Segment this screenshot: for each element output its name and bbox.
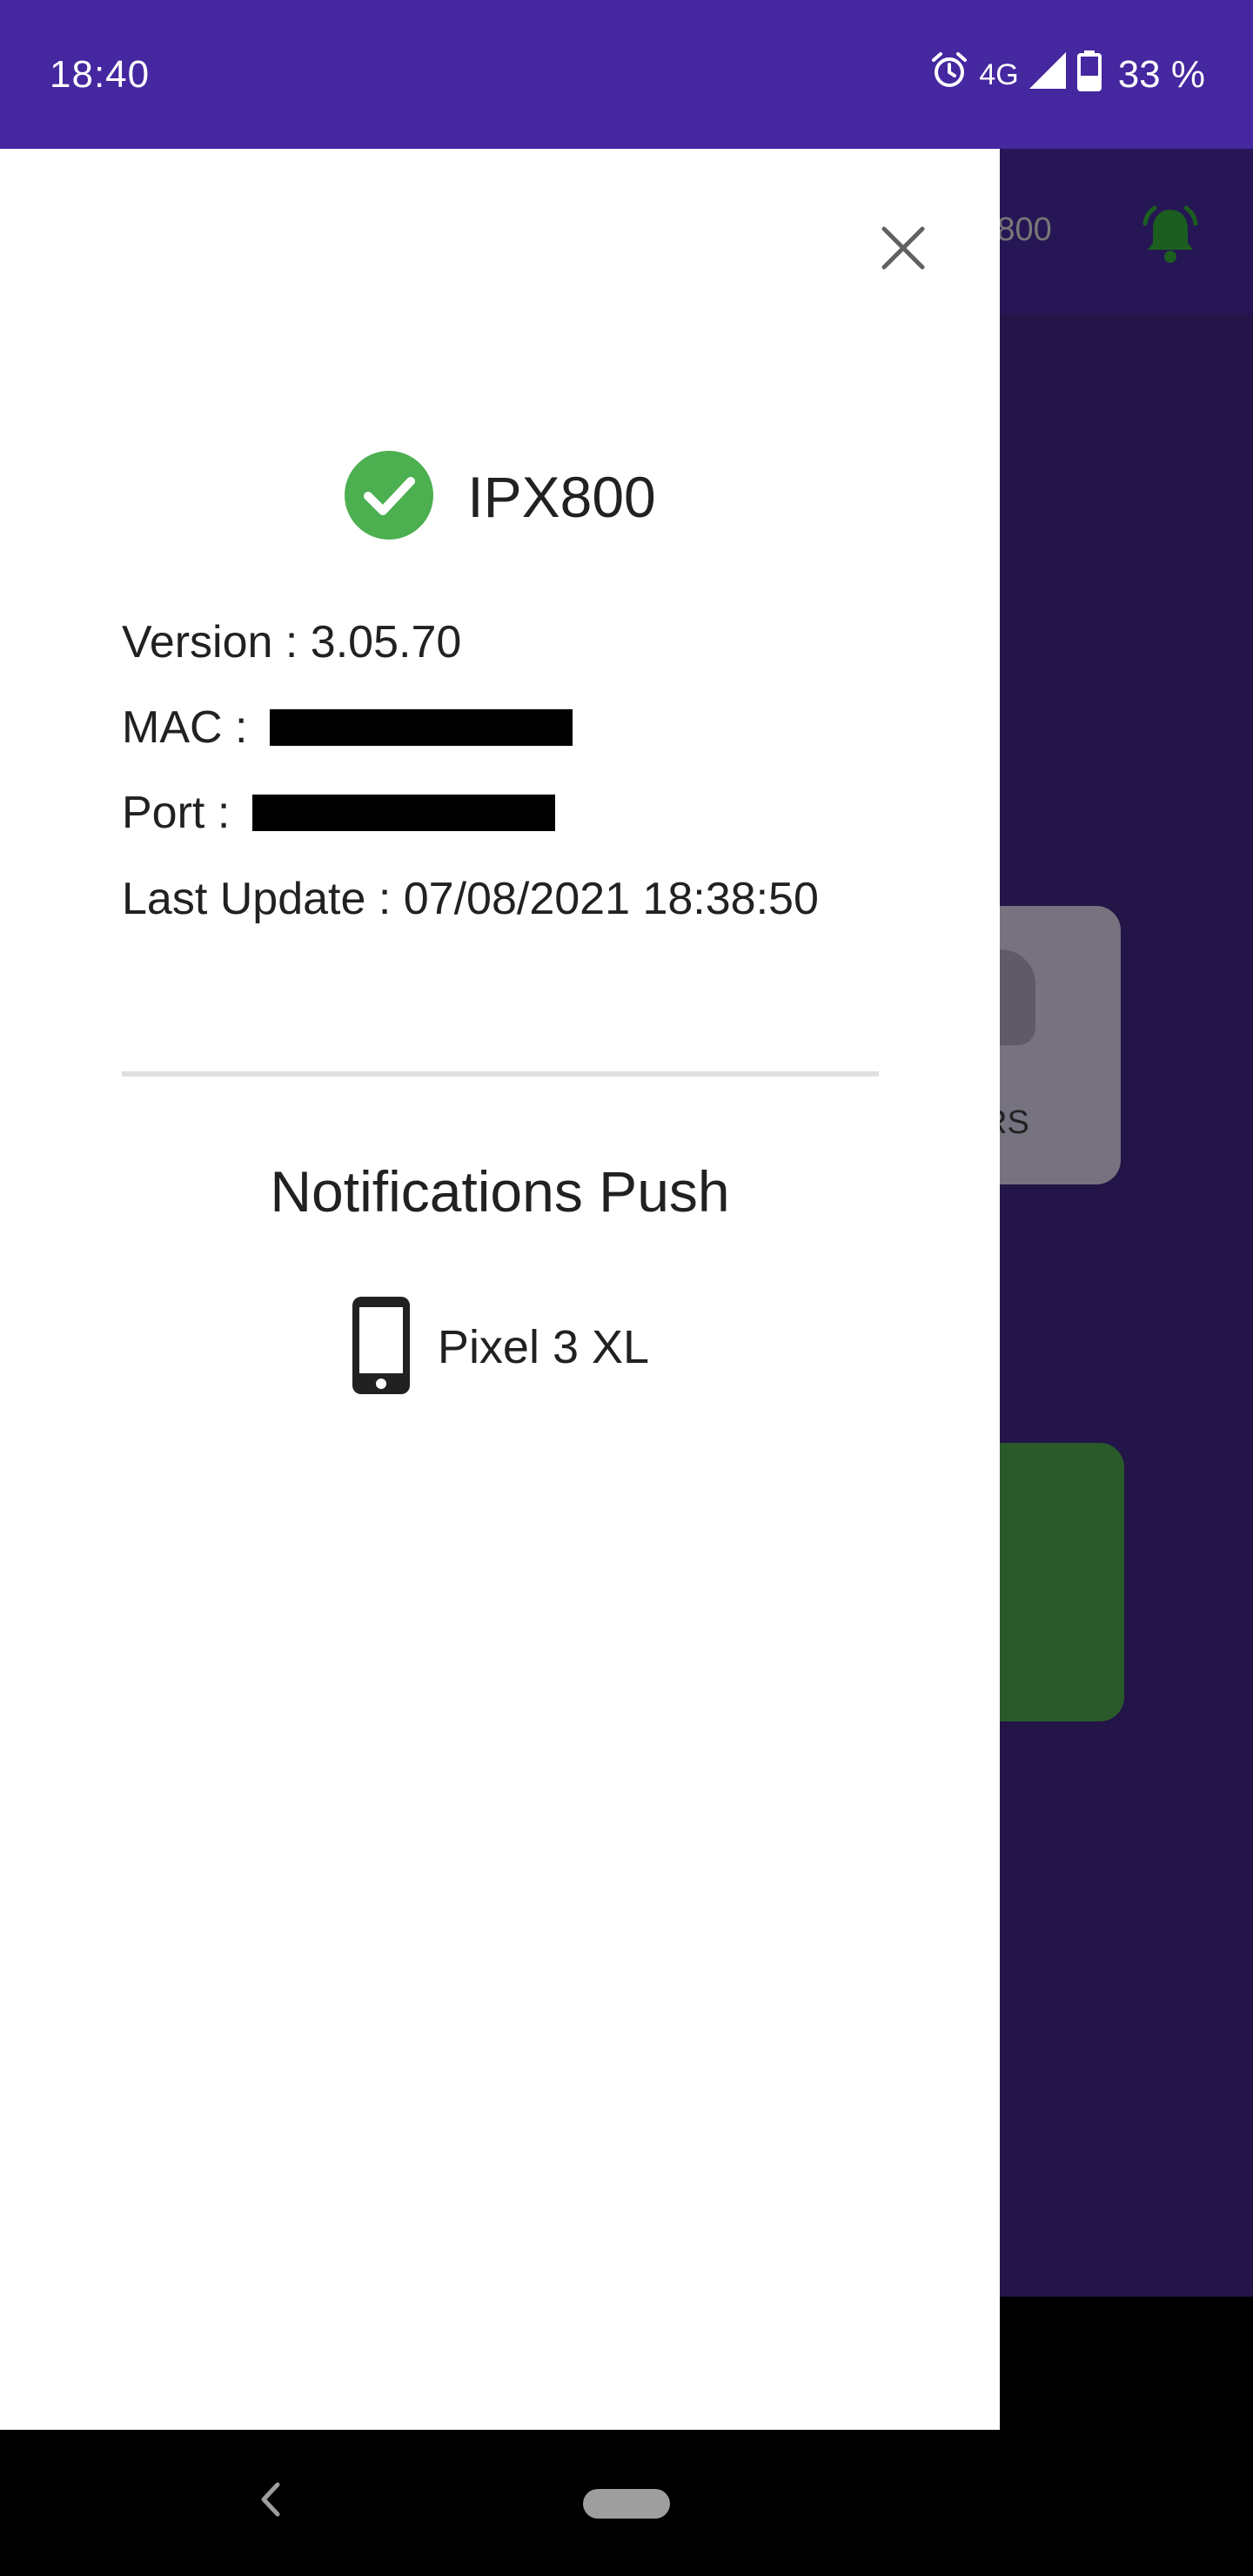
smartphone-icon	[351, 1295, 412, 1400]
battery-percent: 33 %	[1117, 53, 1205, 96]
navigation-bar	[0, 2430, 1253, 2576]
status-time: 18:40	[50, 53, 151, 96]
signal-icon	[1028, 50, 1068, 99]
mac-label: MAC :	[122, 702, 248, 753]
port-redacted	[252, 795, 556, 831]
push-title: Notifications Push	[270, 1159, 730, 1224]
push-device-label: Pixel 3 XL	[437, 1321, 650, 1373]
mac-redacted	[270, 709, 573, 746]
status-bar: 18:40 4G 33 %	[0, 0, 1253, 149]
back-button[interactable]	[244, 2466, 296, 2536]
info-drawer: IPX800 Version : 3.05.70 MAC : Port : La…	[0, 149, 1000, 2430]
mac-line: MAC :	[122, 701, 573, 754]
alarm-icon	[928, 50, 970, 100]
status-icons: 4G 33 %	[928, 50, 1205, 99]
network-type: 4G	[979, 57, 1019, 91]
push-device-row[interactable]: Pixel 3 XL	[0, 1295, 1000, 1399]
back-icon	[257, 2479, 283, 2524]
check-circle-icon	[344, 450, 434, 545]
device-title-row: IPX800	[0, 449, 1000, 545]
divider	[122, 1071, 879, 1077]
version-line: Version : 3.05.70	[122, 616, 461, 668]
battery-icon	[1076, 50, 1102, 100]
port-label: Port :	[122, 788, 231, 838]
last-update-text: Last Update : 07/08/2021 18:38:50	[122, 874, 819, 924]
close-icon	[879, 224, 928, 277]
device-name: IPX800	[467, 465, 656, 529]
home-pill-icon[interactable]	[583, 2489, 670, 2519]
last-update-line: Last Update : 07/08/2021 18:38:50	[122, 873, 819, 925]
port-line: Port :	[122, 787, 556, 839]
version-text: Version : 3.05.70	[122, 617, 462, 667]
close-button[interactable]	[870, 217, 936, 283]
bell-icon[interactable]	[1138, 203, 1203, 272]
